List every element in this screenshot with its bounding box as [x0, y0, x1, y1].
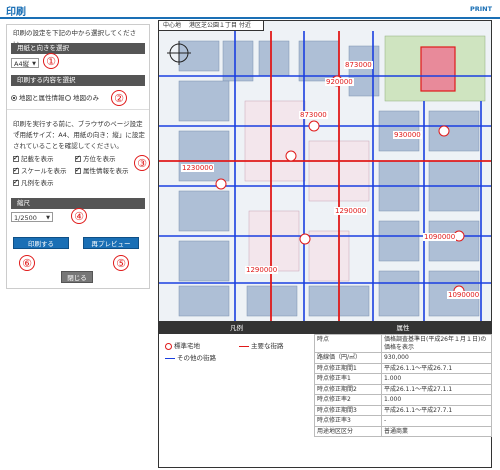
price-label: 1290000: [334, 207, 368, 215]
table-row: 時点修正率3-: [314, 415, 492, 427]
legend-major-road: 主要な街路: [239, 341, 284, 351]
divider: [7, 109, 149, 110]
page-title: 印刷: [6, 7, 26, 18]
print-button[interactable]: 印刷する: [13, 237, 69, 249]
table-row: 用途地区区分 普通商業: [314, 425, 492, 437]
legend-title: 凡例: [159, 323, 314, 334]
check-scale[interactable]: スケールを表示: [13, 165, 67, 176]
legend-other-road: その他の街路: [165, 353, 216, 363]
content-section-header: 印刷する内容を選択: [11, 75, 145, 86]
price-label: 930000: [393, 131, 422, 139]
paper-select[interactable]: A4縦 ▼: [11, 58, 39, 68]
legend-standard-lot: 標準宅地: [165, 341, 200, 351]
radio-map-only[interactable]: 地図のみ: [65, 93, 99, 103]
price-label: 1230000: [181, 164, 215, 172]
marker-6: ⑥: [19, 255, 35, 271]
price-label: 873000: [299, 111, 328, 119]
map-location-header: 中心地 港区芝公園１丁目 付近: [159, 21, 264, 31]
checkbox-checked-icon: [13, 165, 19, 175]
print-link[interactable]: PRINT: [470, 5, 492, 13]
price-label: 920000: [325, 78, 354, 86]
checkbox-checked-icon: [75, 165, 81, 175]
attribute-table: 時点 価格調査基準日(平成26年１月１日)の価格を表示 路線価（円/㎡） 930,0…: [314, 334, 492, 437]
standard-lot-icon: [165, 342, 172, 350]
paper-section-header: 用紙と向きを選択: [11, 43, 145, 54]
print-settings-panel: 印刷の設定を下記の中から選択してください。 用紙と向きを選択 A4縦▼ ① 印刷…: [6, 24, 150, 289]
table-row: 時点修正期間3 平成26.1.1〜平成27.7.1: [314, 404, 492, 416]
table-row: 時点修正期間1 平成26.1.1〜平成26.7.1: [314, 362, 492, 374]
marker-4: ④: [71, 208, 87, 224]
close-button[interactable]: 閉じる: [61, 271, 93, 283]
radio-unselected-icon: [65, 95, 71, 101]
checkbox-checked-icon: [13, 177, 19, 187]
check-legend[interactable]: 凡例を表示: [13, 177, 54, 188]
re-preview-button[interactable]: 再プレビュー: [83, 237, 139, 249]
scale-select[interactable]: 1/2500 ▼: [11, 212, 53, 222]
attribute-title: 属性: [314, 323, 492, 334]
radio-map-and-attributes[interactable]: 地図と属性情報: [11, 93, 65, 103]
price-label: 1090000: [447, 291, 481, 299]
note-line-3: されていることを確認してください。: [13, 142, 123, 150]
marker-1: ①: [43, 53, 59, 69]
checkbox-checked-icon: [75, 153, 81, 163]
check-compass[interactable]: 方位を表示: [75, 153, 116, 164]
table-row: 時点修正率1 1.000: [314, 373, 492, 385]
radio-selected-icon: [11, 95, 17, 101]
marker-2: ②: [111, 90, 127, 106]
legend-attribute-panel: 凡例 属性 標準宅地 主要な街路 その他の街路 時点 価格調査基準日(平成26年１…: [158, 322, 492, 468]
note-line-2: 「用紙サイズ：A4、用紙の向き：縦」に設定: [13, 131, 145, 139]
marker-5: ⑤: [113, 255, 129, 271]
top-bar: 印刷 PRINT: [0, 0, 500, 19]
chevron-down-icon: ▼: [32, 61, 36, 67]
blue-line-icon: [165, 357, 175, 359]
price-label: 1290000: [245, 266, 279, 274]
check-notes[interactable]: 記載を表示: [13, 153, 54, 164]
marker-3: ③: [134, 155, 150, 171]
check-attributes[interactable]: 属性情報を表示: [75, 165, 129, 176]
price-label: 1090000: [423, 233, 457, 241]
table-row: 路線価（円/㎡） 930,000: [314, 352, 492, 364]
red-line-icon: [239, 345, 249, 347]
chevron-down-icon: ▼: [46, 215, 50, 221]
table-row: 時点修正率2 1.000: [314, 394, 492, 406]
checkbox-checked-icon: [13, 153, 19, 163]
table-row: 時点 価格調査基準日(平成26年１月１日)の価格を表示: [314, 334, 492, 353]
table-row: 時点修正期間2 平成26.1.1〜平成27.1.1: [314, 383, 492, 395]
price-label: 873000: [344, 61, 373, 69]
map-preview[interactable]: 中心地 港区芝公園１丁目 付近 873000 920000 873000 123…: [158, 20, 492, 322]
